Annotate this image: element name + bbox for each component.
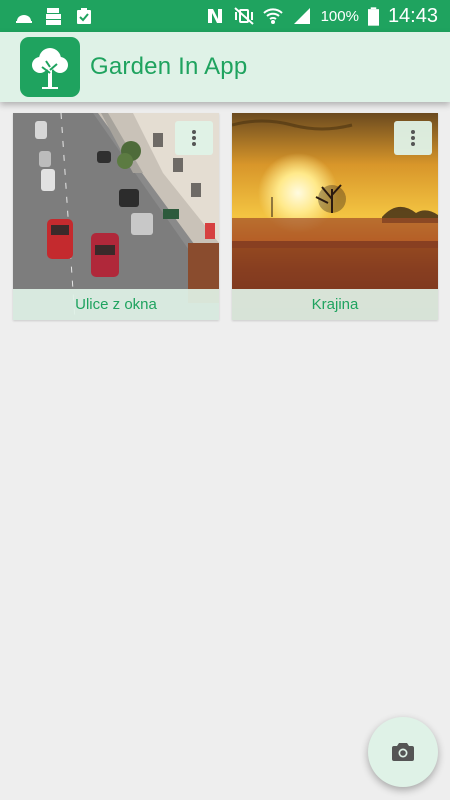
- clipboard-check-icon: [77, 8, 91, 24]
- stack-icon: [46, 8, 61, 25]
- album-menu-button[interactable]: [394, 121, 432, 155]
- more-vert-icon: [411, 130, 415, 146]
- take-photo-button[interactable]: [368, 717, 438, 787]
- album-caption: Krajina: [232, 289, 438, 320]
- vibrate-icon: [233, 7, 254, 25]
- album-caption: Ulice z okna: [13, 289, 219, 320]
- camera-icon: [392, 743, 414, 761]
- app-logo: [20, 37, 80, 97]
- more-vert-icon: [192, 130, 196, 146]
- album-menu-button[interactable]: [175, 121, 213, 155]
- app-title: Garden In App: [90, 53, 248, 80]
- status-bar: 100% 14:43: [0, 0, 450, 32]
- cloud-icon: [16, 15, 32, 23]
- nfc-icon: [207, 9, 222, 23]
- app-bar: Garden In App: [0, 32, 450, 102]
- album-card[interactable]: Krajina: [232, 113, 438, 320]
- signal-icon: [293, 8, 310, 24]
- tree-icon: [32, 48, 68, 89]
- battery-percent: 100%: [320, 7, 359, 25]
- album-card[interactable]: Ulice z okna: [13, 113, 219, 320]
- wifi-icon: [262, 8, 283, 24]
- clock: 14:43: [387, 4, 438, 27]
- battery-icon: [367, 6, 379, 26]
